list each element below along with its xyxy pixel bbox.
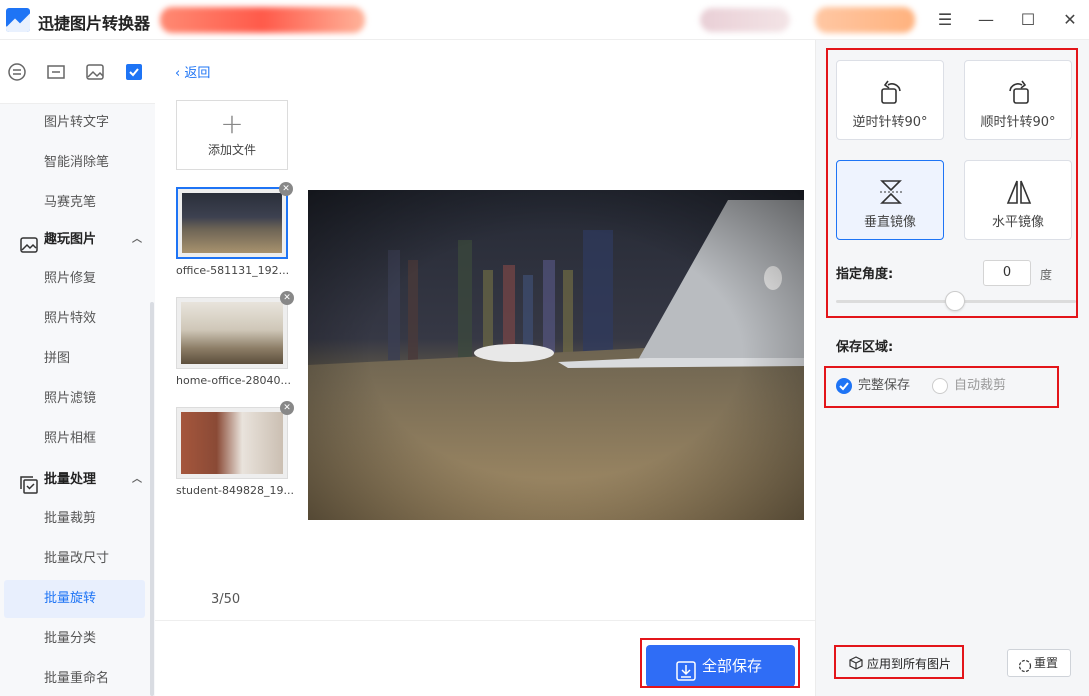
sidebar-item-mosaic[interactable]: 马赛克笔 (4, 184, 145, 222)
sidebar-group-fun-images[interactable]: 趣玩图片 ︿ (0, 220, 155, 260)
sidebar-item-photo-frame[interactable]: 照片相框 (4, 420, 145, 458)
title-bar: 迅捷图片转换器 ☰ — ☐ ✕ (0, 0, 1089, 40)
batch-icon (20, 471, 38, 494)
file-thumbnail[interactable]: ✕ (176, 401, 294, 479)
image-icon (20, 231, 38, 253)
flip-horizontal-icon (1004, 177, 1034, 207)
app-logo-icon (6, 8, 30, 32)
remove-file-icon[interactable]: ✕ (279, 182, 293, 196)
radio-auto-crop[interactable]: 自动裁剪 (932, 377, 1006, 395)
sidebar-item-image-to-text[interactable]: 图片转文字 (4, 104, 145, 142)
remove-file-icon[interactable]: ✕ (280, 401, 294, 415)
batch-icon[interactable] (124, 62, 144, 82)
thumbnail-image (181, 412, 283, 474)
radio-full-save[interactable]: 完整保存 (836, 377, 910, 395)
rotate-ccw-icon (876, 77, 906, 107)
add-file-button[interactable]: + 添加文件 (176, 100, 288, 170)
reset-icon (1018, 656, 1032, 673)
main-footer: 全部保存 (155, 620, 815, 696)
sidebar-item-collage[interactable]: 拼图 (4, 340, 145, 378)
maximize-icon[interactable]: ☐ (1018, 10, 1038, 30)
promo-banner[interactable] (160, 7, 365, 33)
file-thumbnail[interactable]: ✕ (176, 182, 293, 259)
sidebar-item-photo-effects[interactable]: 照片特效 (4, 300, 145, 338)
back-link[interactable]: ‹ 返回 (175, 62, 210, 81)
save-all-button[interactable]: 全部保存 (646, 645, 795, 687)
save-area-label: 保存区域: (836, 340, 894, 355)
rotate-cw-icon (1004, 77, 1034, 107)
cube-icon (849, 656, 863, 670)
sidebar-item-smart-eraser[interactable]: 智能消除笔 (4, 144, 145, 182)
apply-to-all-button[interactable]: 应用到所有图片 (849, 655, 951, 672)
menu-icon[interactable]: ☰ (935, 10, 955, 30)
remove-file-icon[interactable]: ✕ (280, 291, 294, 305)
chevron-up-icon: ︿ (132, 474, 142, 485)
reset-button[interactable]: 重置 (1007, 649, 1071, 677)
angle-unit: 度 (1040, 268, 1053, 282)
app-title: 迅捷图片转换器 (38, 14, 151, 33)
chevron-left-icon: ‹ (175, 66, 185, 81)
sidebar-group-batch[interactable]: 批量处理 ︿ (0, 460, 155, 500)
rotate-panel: 逆时针转90° 顺时针转90° 垂直镜像 水平镜像 指定角度: 0 度 保存区域… (815, 40, 1089, 696)
sidebar-scrollbar[interactable] (150, 302, 154, 696)
minimize-icon[interactable]: — (976, 10, 996, 30)
image-preview (308, 190, 804, 520)
radio-circle-icon (932, 378, 948, 394)
angle-slider-handle[interactable] (945, 291, 965, 311)
close-icon[interactable]: ✕ (1060, 10, 1080, 30)
sidebar: 图片转文字 智能消除笔 马赛克笔 趣玩图片 ︿ 照片修复 照片特效 拼图 照片滤… (0, 40, 155, 696)
sidebar-item-batch-rename[interactable]: 批量重命名 (4, 660, 145, 696)
sidebar-tabs (0, 40, 155, 104)
file-count: 3/50 (211, 592, 241, 607)
flip-vertical-button[interactable]: 垂直镜像 (836, 160, 944, 240)
flip-vertical-icon (876, 177, 906, 207)
sidebar-item-photo-filter[interactable]: 照片滤镜 (4, 380, 145, 418)
chevron-up-icon: ︿ (132, 234, 142, 245)
file-name: student-849828_19... (176, 484, 294, 497)
rotate-ccw-button[interactable]: 逆时针转90° (836, 60, 944, 140)
thumbnail-image (182, 193, 282, 253)
rotate-cw-button[interactable]: 顺时针转90° (964, 60, 1072, 140)
file-name: home-office-28040... (176, 374, 291, 387)
sidebar-item-batch-resize[interactable]: 批量改尺寸 (4, 540, 145, 578)
checkmark-icon (836, 378, 852, 394)
sidebar-item-batch-crop[interactable]: 批量裁剪 (4, 500, 145, 538)
sidebar-item-batch-rotate[interactable]: 批量旋转 (4, 580, 145, 618)
user-account[interactable] (700, 8, 790, 32)
file-name: office-581131_192... (176, 264, 290, 277)
plus-icon: + (220, 107, 244, 140)
download-icon (676, 655, 696, 681)
angle-input[interactable]: 0 (983, 260, 1031, 286)
convert-icon[interactable] (7, 62, 27, 82)
main-area: ‹ 返回 + 添加文件 ✕ office-581131_192... ✕ hom… (155, 40, 815, 696)
image-icon[interactable] (85, 62, 105, 82)
flip-horizontal-button[interactable]: 水平镜像 (964, 160, 1072, 240)
thumbnail-image (181, 302, 283, 364)
sidebar-item-photo-repair[interactable]: 照片修复 (4, 260, 145, 298)
file-thumbnail[interactable]: ✕ (176, 291, 294, 369)
angle-label: 指定角度: (836, 267, 894, 282)
sidebar-item-batch-classify[interactable]: 批量分类 (4, 620, 145, 658)
upgrade-button[interactable] (815, 7, 915, 33)
crop-icon[interactable] (46, 62, 66, 82)
